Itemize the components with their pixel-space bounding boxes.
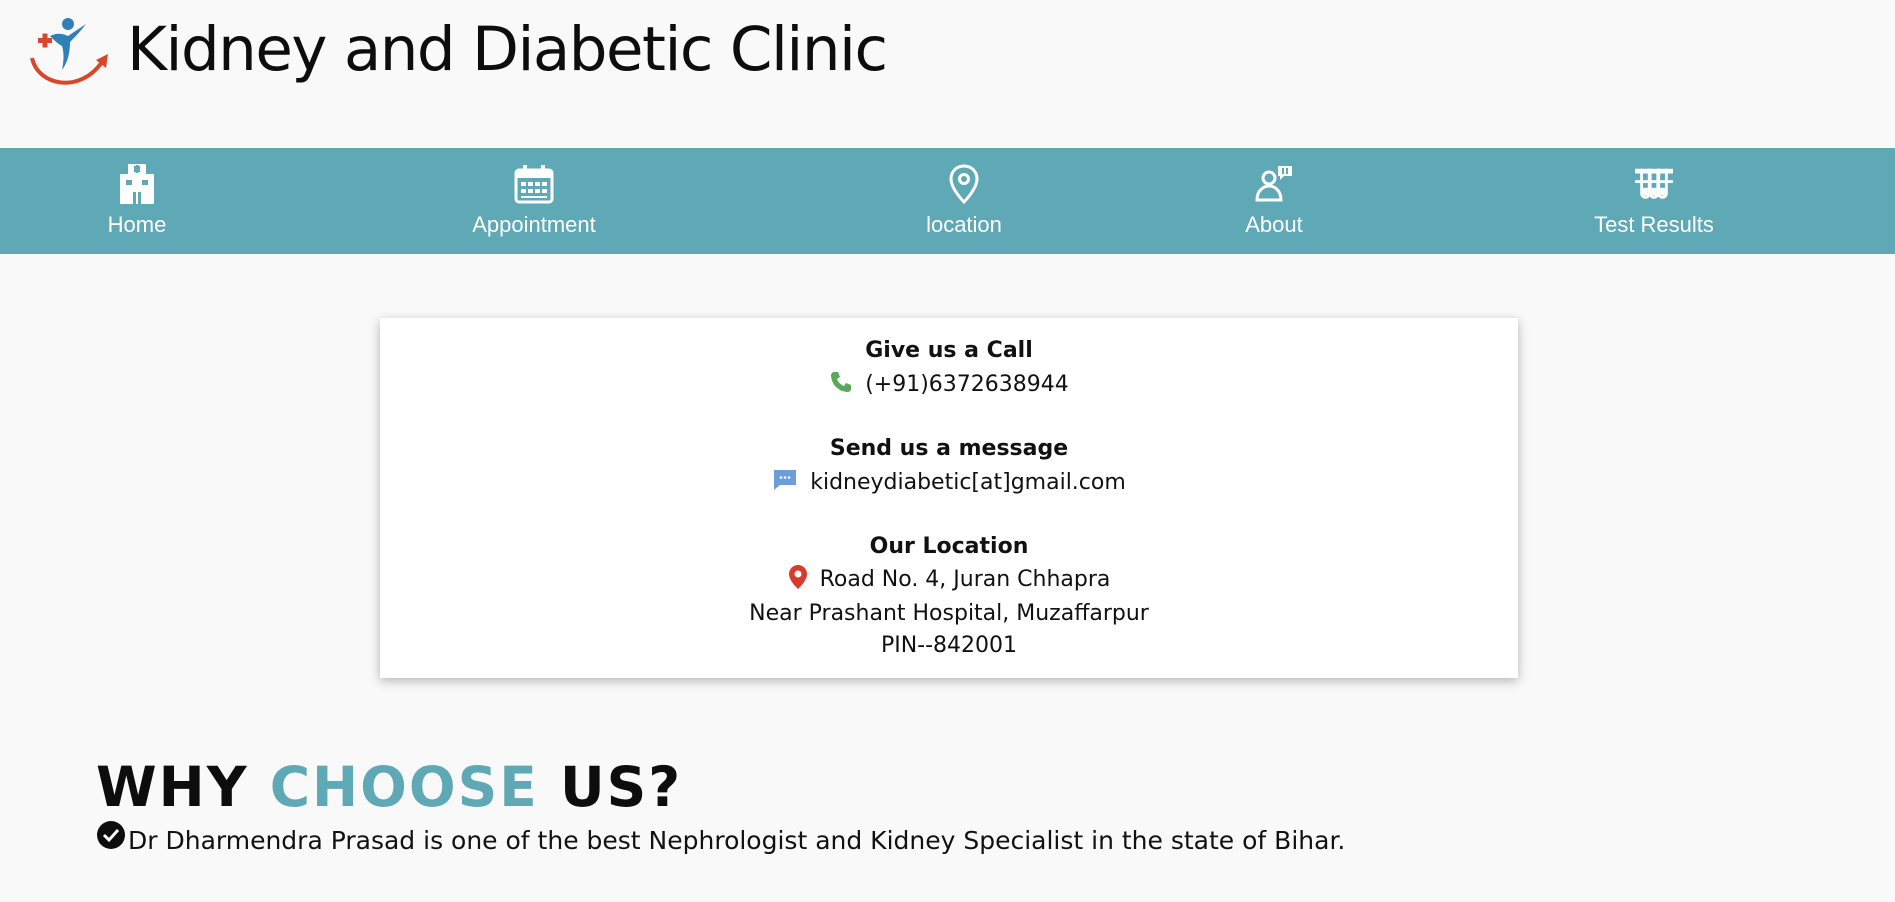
address-line-1: Road No. 4, Juran Chhapra <box>380 564 1518 596</box>
address-line-2: Near Prashant Hospital, Muzaffarpur <box>749 601 1149 626</box>
contact-card: Give us a Call (+91)6372638944 Send us a… <box>380 318 1518 678</box>
phone-line: (+91)6372638944 <box>380 370 1518 400</box>
nav-label-test-results: Test Results <box>1594 212 1714 237</box>
nav-label-appointment: Appointment <box>472 212 596 237</box>
phone-icon <box>829 370 853 400</box>
main-navbar: Home Appointment location About Test Res… <box>0 148 1895 254</box>
heading-choose: CHOOSE <box>269 755 539 819</box>
nav-item-location[interactable]: location <box>914 148 1014 254</box>
nav-label-home: Home <box>107 212 167 237</box>
email-line: kidneydiabetic[at]gmail.com <box>380 468 1518 498</box>
site-title: Kidney and Diabetic Clinic <box>127 14 888 85</box>
location-title: Our Location <box>869 534 1029 559</box>
heading-us: US? <box>559 755 683 819</box>
nav-item-about[interactable]: About <box>1234 148 1314 254</box>
call-title: Give us a Call <box>865 338 1033 363</box>
reason-item: Dr Dharmendra Prasad is one of the best … <box>96 820 1346 855</box>
calendar-icon <box>514 164 554 204</box>
location-pin-icon <box>788 564 808 596</box>
nav-item-home[interactable]: Home <box>97 148 177 254</box>
address-text-1: Road No. 4, Juran Chhapra <box>819 567 1111 592</box>
clinic-logo[interactable] <box>28 14 110 88</box>
why-choose-us-heading: WHY CHOOSE US? <box>96 752 682 822</box>
heading-why: WHY <box>96 755 249 819</box>
message-title: Send us a message <box>829 436 1069 461</box>
nav-label-about: About <box>1245 212 1303 237</box>
site-header: Kidney and Diabetic Clinic <box>0 0 1895 148</box>
phone-number[interactable]: (+91)6372638944 <box>865 372 1069 397</box>
check-circle-icon <box>97 820 125 849</box>
doctor-icon <box>1254 164 1294 204</box>
nav-label-location: location <box>926 212 1002 237</box>
message-icon <box>772 468 798 498</box>
address-line-3: PIN--842001 <box>880 633 1018 658</box>
map-pin-icon <box>944 164 984 204</box>
test-tubes-icon <box>1634 164 1674 204</box>
reason-text: Dr Dharmendra Prasad is one of the best … <box>128 826 1346 855</box>
nav-item-test-results[interactable]: Test Results <box>1584 148 1724 254</box>
hospital-icon <box>117 164 157 204</box>
nav-item-appointment[interactable]: Appointment <box>460 148 608 254</box>
email-address[interactable]: kidneydiabetic[at]gmail.com <box>810 470 1126 495</box>
